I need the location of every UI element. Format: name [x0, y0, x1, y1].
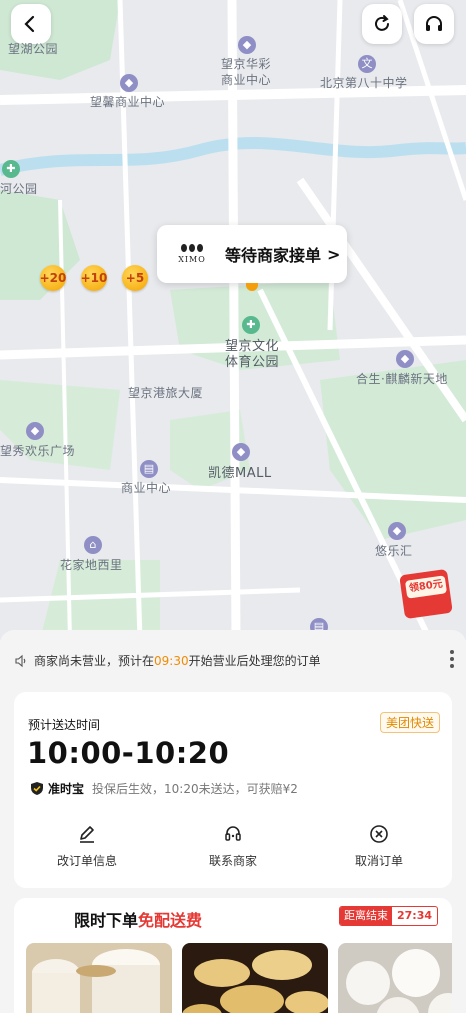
delivery-service-tag: 美团快送	[379, 712, 440, 733]
notice-text: 商家尚未营业，预计在	[34, 654, 155, 668]
map-label: 望湖公园	[8, 42, 59, 56]
back-button[interactable]	[11, 4, 51, 44]
map-label: 北京第八十中学	[320, 76, 408, 90]
countdown-label: 距离结束	[339, 907, 392, 925]
poi-icon: ◆	[238, 36, 256, 54]
map-label: 商业中心	[221, 73, 272, 87]
delivery-card: 预计送达时间 10:00-10:20 美团快送 准时宝 投保后生效，10:20未…	[14, 692, 452, 888]
guarantee-row[interactable]: 准时宝 投保后生效，10:20未送达，可获赔¥2	[30, 780, 298, 797]
park-icon: ✚	[242, 316, 260, 334]
speaker-icon	[15, 654, 26, 667]
poi-icon: ◆	[388, 522, 406, 540]
refresh-button[interactable]	[362, 4, 402, 44]
order-actions: 改订单信息 联系商家 取消订单	[14, 824, 452, 874]
poi-icon: ◆	[232, 443, 250, 461]
poi-icon: ◆	[120, 74, 138, 92]
park-icon: ✚	[2, 160, 20, 178]
limited-offer-card[interactable]: 限时下单免配送费 距离结束 27:34	[14, 898, 452, 1013]
cancel-order-button[interactable]: 取消订单	[306, 824, 452, 874]
map-label: 凯德MALL	[208, 466, 272, 481]
poi-icon: ◆	[26, 422, 44, 440]
product-thumbnail-drink[interactable]	[26, 943, 172, 1013]
more-options-icon[interactable]	[450, 650, 454, 668]
notice-text: 开始营业后处理您的订单	[188, 654, 321, 668]
promo-badge[interactable]: 领80元	[399, 558, 453, 620]
product-thumbnail-dumplings[interactable]	[182, 943, 328, 1013]
notice-time: 09:30	[154, 653, 189, 668]
delivery-time-label: 预计送达时间	[28, 718, 101, 732]
chevron-right-icon: >	[327, 244, 341, 264]
order-status-text: 等待商家接单	[225, 246, 322, 265]
map-label: 望馨商业中心	[90, 95, 166, 109]
refresh-icon	[375, 15, 389, 31]
order-status-bubble[interactable]: XIMO 等待商家接单 >	[157, 225, 347, 283]
reward-coin[interactable]: +10	[81, 265, 107, 291]
school-icon: 文	[358, 55, 376, 73]
map-label: 体育公园	[225, 355, 280, 370]
back-arrow-icon	[24, 15, 35, 33]
cancel-order-label: 取消订单	[354, 854, 403, 868]
reward-coin[interactable]: +5	[122, 265, 148, 291]
merchant-icon	[225, 826, 241, 841]
map-label: 花家地西里	[60, 558, 123, 572]
guarantee-desc: 投保后生效，10:20未送达，可获赔¥2	[92, 782, 298, 796]
product-thumbnail-buns[interactable]	[338, 943, 452, 1013]
map-label: 望京华彩	[221, 57, 272, 71]
reward-coin[interactable]: +20	[40, 265, 66, 291]
cancel-icon	[370, 825, 388, 843]
headset-icon	[426, 16, 442, 31]
countdown-value: 27:34	[396, 909, 432, 922]
poi-icon: ◆	[396, 350, 414, 368]
offer-title-prefix: 限时下单	[74, 911, 139, 930]
contact-merchant-button[interactable]: 联系商家	[160, 824, 306, 874]
order-sheet: 商家尚未营业，预计在 09:30 开始营业后处理您的订单 预计送达时间 10:00-…	[0, 630, 466, 1013]
guarantee-name: 准时宝	[48, 782, 85, 796]
offer-title: 限时下单免配送费	[74, 907, 202, 931]
map-label: 合生·麒麟新天地	[356, 372, 448, 386]
map-label: 商业中心	[121, 481, 172, 495]
map-label: 望秀欢乐广场	[0, 444, 76, 458]
business-notice: 商家尚未营业，预计在 09:30 开始营业后处理您的订单	[14, 652, 321, 669]
building-icon: ▤	[140, 460, 158, 478]
offer-title-highlight: 免配送费	[138, 911, 203, 930]
poi-icon: ⌂	[84, 536, 102, 554]
countdown-timer: 距离结束 27:34	[338, 906, 438, 926]
edit-order-button[interactable]: 改订单信息	[14, 824, 160, 874]
edit-order-label: 改订单信息	[56, 854, 117, 868]
map-label: 悠乐汇	[375, 544, 413, 558]
map-view[interactable]: 望湖公园 ◆ 望京华彩 商业中心 文 北京第八十中学 ◆ 望馨商业中心 ✚ 河公…	[0, 0, 466, 640]
delivery-time: 10:00-10:20	[27, 736, 230, 770]
map-label: 河公园	[0, 182, 38, 196]
contact-merchant-label: 联系商家	[208, 854, 257, 868]
edit-icon	[80, 826, 94, 843]
customer-service-button[interactable]	[414, 4, 454, 44]
shield-check-icon	[31, 782, 43, 795]
merchant-logo: XIMO	[167, 232, 217, 276]
map-label: 望京港旅大厦	[128, 386, 204, 400]
